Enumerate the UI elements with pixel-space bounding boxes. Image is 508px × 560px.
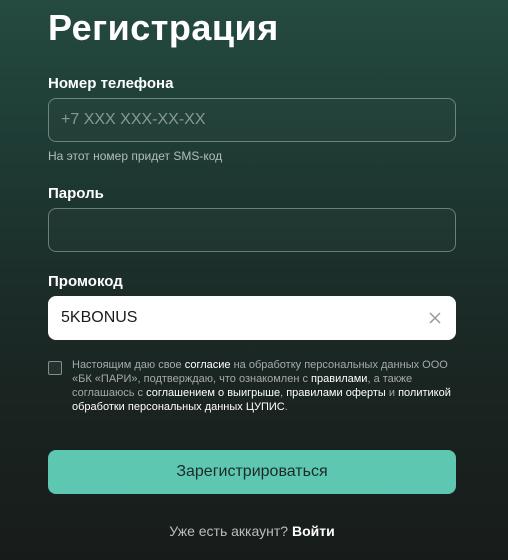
consent-text-part: Настоящим даю свое (72, 359, 185, 371)
login-prompt-text: Уже есть аккаунт? (169, 523, 292, 539)
phone-field-container (48, 98, 456, 142)
consent-text-part: и (385, 387, 399, 399)
promo-label: Промокод (48, 273, 123, 290)
offer-rules-link[interactable]: правилами оферты (286, 387, 386, 399)
phone-label: Номер телефона (48, 75, 174, 92)
consent-checkbox[interactable] (48, 361, 62, 375)
password-label: Пароль (48, 185, 104, 202)
promo-field-container (48, 296, 456, 340)
login-link[interactable]: Войти (292, 523, 335, 539)
password-field-container (48, 208, 456, 252)
password-input[interactable] (49, 209, 455, 251)
phone-input[interactable] (49, 99, 455, 141)
rules-link[interactable]: правилами (311, 373, 367, 385)
phone-hint: На этот номер придет SMS-код (48, 149, 223, 163)
consent-text: Настоящим даю свое согласие на обработку… (72, 358, 462, 414)
register-button[interactable]: Зарегистрироваться (48, 450, 456, 494)
login-prompt: Уже есть аккаунт? Войти (48, 523, 456, 539)
promo-input[interactable] (49, 297, 455, 339)
winnings-agreement-link[interactable]: соглашением о выигрыше (146, 387, 280, 399)
page-title: Регистрация (48, 7, 279, 48)
consent-text-part: . (284, 401, 288, 413)
clear-icon[interactable] (427, 310, 443, 326)
consent-link[interactable]: согласие (185, 359, 231, 371)
